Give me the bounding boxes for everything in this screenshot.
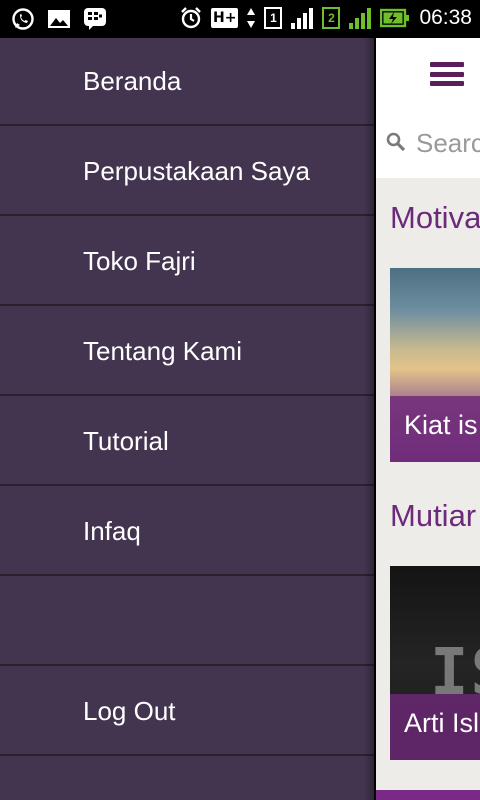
section-title: Motiva (390, 200, 480, 235)
sim1-indicator: 1 (264, 7, 283, 29)
drawer-item-label: Tutorial (83, 425, 169, 456)
card-caption-text: Kiat is (404, 410, 478, 440)
card-caption: Kiat is (390, 396, 480, 462)
next-section-header (376, 790, 480, 800)
card-caption: Arti Isl (390, 694, 480, 760)
signal-sim1-icon (289, 5, 315, 31)
drawer-item-label: Infaq (83, 515, 141, 546)
status-bar: H+ 1 2 06:38 (0, 0, 480, 38)
drawer-item-toko-fajri[interactable]: Toko Fajri (0, 218, 374, 306)
search-icon (386, 132, 406, 152)
clock: 06:38 (419, 6, 472, 29)
system-icons: H+ 1 2 06:38 (178, 5, 472, 31)
menu-icon[interactable] (430, 62, 464, 86)
drawer-item-label: Beranda (83, 65, 182, 96)
whatsapp-icon (10, 6, 36, 32)
search-input[interactable]: Searc (416, 128, 480, 159)
article-card[interactable]: Kiat is (390, 268, 480, 462)
drawer-item-label: Tentang Kami (83, 335, 242, 366)
search-bar[interactable]: Searc (376, 110, 480, 178)
signal-sim2-icon (347, 5, 373, 31)
drawer-item-label: Log Out (83, 695, 176, 726)
article-card[interactable]: IS Arti Isl (390, 566, 480, 760)
main-content: Searc Motiva Kiat is Mutiar IS Arti Isl (376, 38, 480, 800)
battery-charging-icon (380, 5, 410, 31)
network-type-badge: H+ (210, 8, 239, 28)
bbm-icon (82, 6, 108, 32)
gallery-icon (46, 6, 72, 32)
drawer-item-label: Toko Fajri (83, 245, 196, 276)
notification-icons (10, 6, 108, 32)
drawer-item-log-out[interactable]: Log Out (0, 668, 374, 756)
drawer-item-tentang-kami[interactable]: Tentang Kami (0, 308, 374, 396)
card-caption-text: Arti Isl (404, 708, 480, 738)
drawer-item-tutorial[interactable]: Tutorial (0, 398, 374, 486)
alarm-icon (178, 5, 204, 31)
drawer-item-label: Perpustakaan Saya (83, 155, 310, 186)
drawer-item-beranda[interactable]: Beranda (0, 38, 374, 126)
drawer-item-perpustakaan-saya[interactable]: Perpustakaan Saya (0, 128, 374, 216)
drawer-item-empty (0, 578, 374, 666)
navigation-drawer: Beranda Perpustakaan Saya Toko Fajri Ten… (0, 38, 374, 800)
drawer-shadow (364, 38, 376, 800)
section-title: Mutiar (390, 498, 477, 533)
drawer-item-infaq[interactable]: Infaq (0, 488, 374, 576)
data-arrows-icon (245, 5, 257, 31)
app-bar (376, 38, 480, 111)
sim2-indicator: 2 (322, 7, 341, 29)
